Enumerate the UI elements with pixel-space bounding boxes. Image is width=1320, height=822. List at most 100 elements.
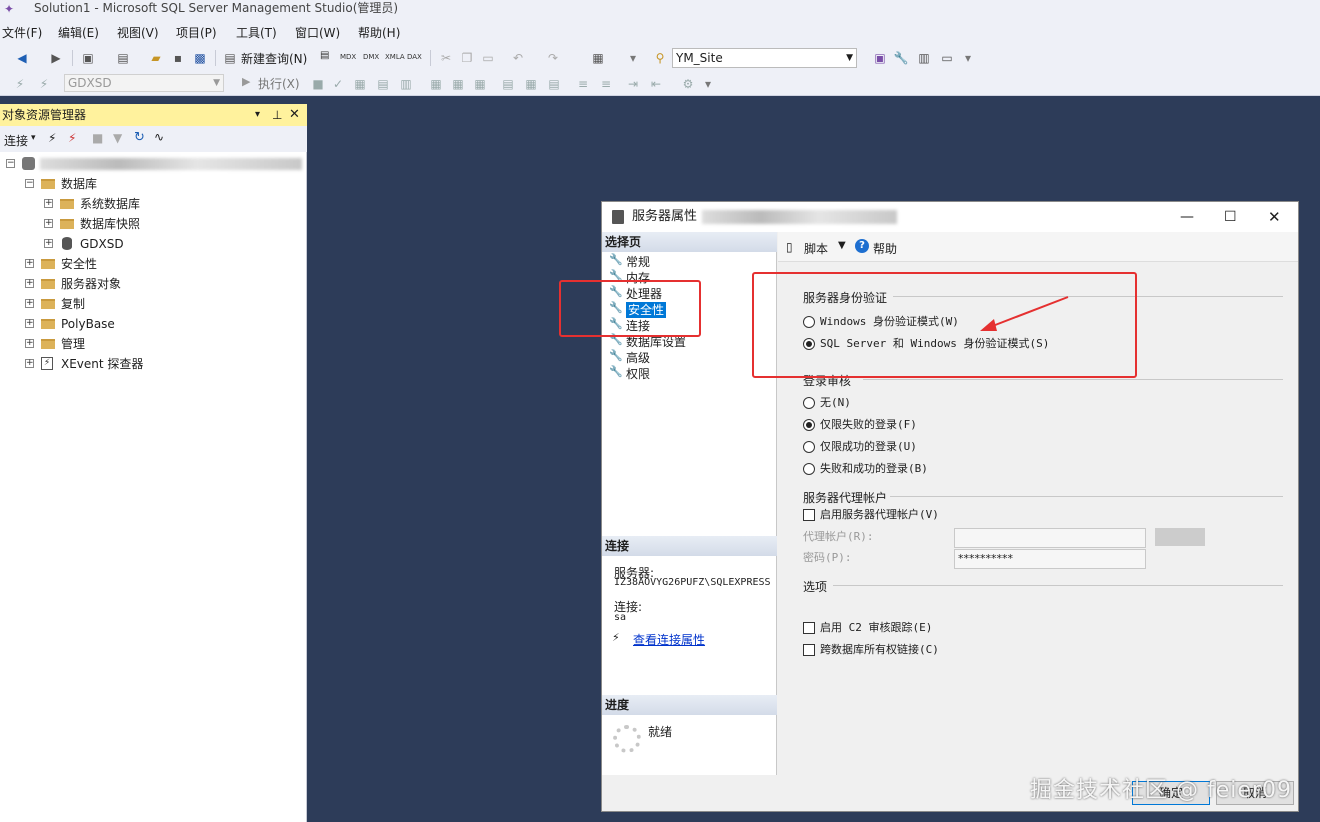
display-plan-icon[interactable]: ▦ xyxy=(352,76,368,92)
proxy-account-field[interactable] xyxy=(954,528,1146,548)
help-button[interactable]: 帮助 xyxy=(873,240,897,257)
menu-file[interactable]: 文件(F) xyxy=(2,24,42,41)
properties-wrench-icon[interactable]: 🔧 xyxy=(893,50,909,66)
database-selector[interactable]: YM_Site ▼ xyxy=(672,48,857,68)
include-plan-icon[interactable]: ▦ xyxy=(428,76,444,92)
close-icon[interactable]: ✕ xyxy=(289,104,300,126)
maximize-icon[interactable]: ☐ xyxy=(1224,202,1237,232)
mdx-query-button[interactable]: MDX xyxy=(340,53,356,61)
tree-node-xevent[interactable]: + ⚡ XEvent 探查器 xyxy=(0,354,307,374)
tree-node-gdxsd[interactable]: + GDXSD xyxy=(0,234,307,254)
activity-monitor-icon[interactable]: ▦ xyxy=(590,50,606,66)
undo-icon[interactable]: ↶ xyxy=(510,50,526,66)
minimize-icon[interactable]: — xyxy=(1180,202,1194,232)
chevron-down-icon[interactable]: ▾ xyxy=(31,133,36,143)
indent-icon[interactable]: ⇥ xyxy=(625,76,641,92)
tree-node-replication[interactable]: + 复制 xyxy=(0,294,307,314)
database-selector-icon[interactable]: ⚲ xyxy=(652,50,668,66)
expand-icon[interactable]: + xyxy=(25,299,34,308)
menu-help[interactable]: 帮助(H) xyxy=(358,24,400,41)
page-advanced[interactable]: 高级 xyxy=(626,350,650,366)
expand-icon[interactable]: + xyxy=(44,239,53,248)
chevron-down-icon[interactable]: ▼ xyxy=(838,240,846,251)
new-project-icon[interactable]: ▣ xyxy=(80,50,96,66)
audit-none-radio[interactable] xyxy=(803,397,815,409)
connect-plug-icon[interactable]: ⚡ xyxy=(12,76,28,92)
menu-project[interactable]: 项目(P) xyxy=(176,24,217,41)
back-icon[interactable]: ◀ xyxy=(14,50,30,66)
tree-node-databases[interactable]: − 数据库 xyxy=(0,174,307,194)
menu-window[interactable]: 窗口(W) xyxy=(295,24,340,41)
execute-button[interactable]: 执行(X) xyxy=(258,75,300,92)
expand-icon[interactable]: + xyxy=(25,319,34,328)
results-file-icon[interactable]: ▤ xyxy=(546,76,562,92)
parse-icon[interactable]: ✓ xyxy=(330,76,346,92)
pin-icon[interactable]: ⊥ xyxy=(272,104,282,126)
redo-icon[interactable]: ↷ xyxy=(545,50,561,66)
change-connection-icon[interactable]: ⚡ xyxy=(36,76,52,92)
audit-both-radio[interactable] xyxy=(803,463,815,475)
xmla-query-button[interactable]: XMLA xyxy=(385,53,405,61)
results-text-icon[interactable]: ▤ xyxy=(500,76,516,92)
toolbox-icon[interactable]: ▥ xyxy=(916,50,932,66)
page-general[interactable]: 常规 xyxy=(626,254,650,270)
available-databases-select[interactable]: GDXSD ▼ xyxy=(64,74,224,92)
outdent-icon[interactable]: ⇤ xyxy=(648,76,664,92)
expand-icon[interactable]: + xyxy=(44,219,53,228)
new-query-icon[interactable]: ▤ xyxy=(222,50,238,66)
specify-values-icon[interactable]: ⚙ xyxy=(680,76,696,92)
dmx-query-button[interactable]: DMX xyxy=(363,53,379,61)
comment-icon[interactable]: ≡ xyxy=(575,76,591,92)
collapse-icon[interactable]: − xyxy=(6,159,15,168)
filter-icon[interactable]: ▼ xyxy=(113,131,122,145)
toolbar-options-icon[interactable]: ▾ xyxy=(700,76,716,92)
cross-db-chaining-checkbox[interactable] xyxy=(803,644,815,656)
dax-query-button[interactable]: DAX xyxy=(407,53,422,61)
window-position-icon[interactable]: ▾ xyxy=(255,104,260,126)
toolbar-options-icon[interactable]: ▾ xyxy=(960,50,976,66)
proxy-password-field[interactable]: ********** xyxy=(954,549,1146,569)
solution-explorer-icon[interactable]: ▣ xyxy=(872,50,888,66)
expand-icon[interactable]: + xyxy=(25,259,34,268)
menu-view[interactable]: 视图(V) xyxy=(117,24,159,41)
close-icon[interactable]: ✕ xyxy=(1268,202,1281,232)
intellisense-icon[interactable]: ▥ xyxy=(398,76,414,92)
stop-icon[interactable]: ■ xyxy=(92,131,103,145)
tree-node-server-objects[interactable]: + 服务器对象 xyxy=(0,274,307,294)
copy-icon[interactable]: ❐ xyxy=(459,50,475,66)
refresh-icon[interactable]: ↻ xyxy=(134,130,145,145)
audit-success-radio[interactable] xyxy=(803,441,815,453)
proxy-browse-button[interactable] xyxy=(1155,528,1205,546)
view-connection-properties-link[interactable]: 查看连接属性 xyxy=(633,631,705,648)
enable-proxy-checkbox[interactable] xyxy=(803,509,815,521)
expand-icon[interactable]: + xyxy=(44,199,53,208)
open-file-icon[interactable]: ▰ xyxy=(148,50,164,66)
client-stats-icon[interactable]: ▦ xyxy=(472,76,488,92)
page-permissions[interactable]: 权限 xyxy=(626,366,650,382)
save-icon[interactable]: ▪ xyxy=(170,50,186,66)
expand-icon[interactable]: + xyxy=(25,359,34,368)
collapse-icon[interactable]: − xyxy=(25,179,34,188)
menu-edit[interactable]: 编辑(E) xyxy=(58,24,99,41)
paste-icon[interactable]: ▭ xyxy=(480,50,496,66)
tree-node-server[interactable]: − xyxy=(0,154,307,174)
cut-icon[interactable]: ✂ xyxy=(438,50,454,66)
dropdown-chevron-icon[interactable]: ▾ xyxy=(625,50,641,66)
audit-failed-radio[interactable] xyxy=(803,419,815,431)
query-options-icon[interactable]: ▤ xyxy=(375,76,391,92)
cancel-query-icon[interactable]: ■ xyxy=(310,76,326,92)
connect-plug-icon[interactable]: ⚡ xyxy=(48,131,56,145)
menu-tools[interactable]: 工具(T) xyxy=(236,24,277,41)
query-icon[interactable]: ▤ xyxy=(320,50,329,61)
forward-icon[interactable]: ▶ xyxy=(48,50,64,66)
add-item-icon[interactable]: ▤ xyxy=(115,50,131,66)
activity-pulse-icon[interactable]: ∿ xyxy=(154,130,164,144)
connect-button[interactable]: 连接 xyxy=(4,132,28,149)
uncomment-icon[interactable]: ≡ xyxy=(598,76,614,92)
disconnect-icon[interactable]: ⚡ xyxy=(68,131,76,145)
tree-node-security[interactable]: + 安全性 xyxy=(0,254,307,274)
tree-node-db-snapshots[interactable]: + 数据库快照 xyxy=(0,214,307,234)
new-query-button[interactable]: 新建查询(N) xyxy=(241,50,307,67)
expand-icon[interactable]: + xyxy=(25,339,34,348)
live-stats-icon[interactable]: ▦ xyxy=(450,76,466,92)
